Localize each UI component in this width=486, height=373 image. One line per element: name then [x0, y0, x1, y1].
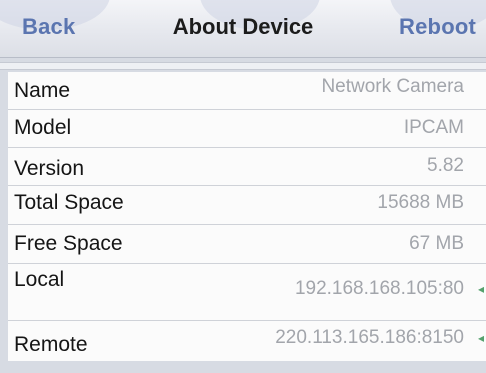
- info-row-total-space: Total Space 15688 MB: [8, 186, 486, 225]
- row-label: Model: [14, 116, 72, 139]
- reboot-button[interactable]: Reboot: [399, 14, 476, 40]
- info-row-remote[interactable]: Remote 220.113.165.186:8150 ◂: [8, 321, 486, 361]
- row-label: Version: [14, 157, 85, 180]
- section-separator: [0, 62, 486, 70]
- row-value: 67 MB: [409, 233, 464, 254]
- row-value: Network Camera: [321, 76, 464, 97]
- row-value: 220.113.165.186:8150: [275, 327, 464, 348]
- device-info-list: Name Network Camera Model IPCAM Version …: [8, 72, 486, 361]
- row-label: Remote: [14, 333, 88, 356]
- disclosure-arrow-icon: ◂: [477, 331, 484, 345]
- info-row-model: Model IPCAM: [8, 110, 486, 148]
- navigation-bar: Back About Device Reboot: [0, 0, 486, 58]
- row-label: Name: [14, 79, 71, 102]
- info-row-version: Version 5.82: [8, 148, 486, 186]
- row-label: Total Space: [14, 191, 124, 214]
- row-value: 192.168.168.105:80: [294, 278, 464, 299]
- info-row-free-space: Free Space 67 MB: [8, 225, 486, 264]
- row-value: 5.82: [427, 155, 464, 176]
- row-value: 15688 MB: [377, 192, 464, 213]
- info-row-name: Name Network Camera: [8, 72, 486, 110]
- row-label: Free Space: [14, 232, 123, 255]
- row-value: IPCAM: [403, 117, 464, 138]
- row-label: Local: [14, 268, 65, 291]
- disclosure-arrow-icon: ◂: [477, 282, 484, 296]
- info-row-local[interactable]: Local 192.168.168.105:80 ◂: [8, 264, 486, 321]
